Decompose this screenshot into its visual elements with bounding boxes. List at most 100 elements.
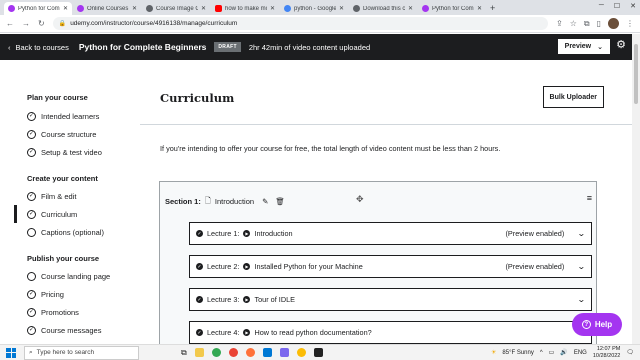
close-tab-icon[interactable]: ✕ (477, 5, 482, 12)
page-scrollbar[interactable] (632, 34, 640, 344)
scrollbar-thumb[interactable] (634, 44, 638, 104)
close-tab-icon[interactable]: ✕ (132, 5, 137, 12)
chevron-down-icon[interactable]: ⌄ (577, 295, 586, 304)
browser-tab[interactable]: python - Google ✕ (280, 2, 348, 15)
share-icon[interactable]: ⇪ (556, 19, 563, 28)
close-window-icon[interactable]: ✕ (630, 2, 636, 10)
firefox-icon[interactable] (245, 348, 255, 357)
back-to-courses-link[interactable]: ‹ Back to courses (8, 43, 69, 52)
weather-text[interactable]: 85°F Sunny (502, 350, 533, 356)
preview-button[interactable]: Preview ⌄ (557, 39, 610, 54)
sidebar-section-title: Create your content (27, 174, 98, 183)
sidebar-item-pricing[interactable]: ✓ Pricing (0, 285, 140, 303)
lecture-title: Tour of IDLE (254, 295, 296, 304)
lecture-label: Lecture 4: (207, 328, 240, 337)
close-tab-icon[interactable]: ✕ (339, 5, 344, 12)
lock-icon: 🔒 (58, 21, 67, 27)
sidebar-toggle-icon[interactable]: ▯ (597, 19, 601, 28)
sidebar-item-captions[interactable]: Captions (optional) (0, 223, 140, 241)
check-circle-icon: ✓ (27, 325, 36, 335)
browser-tab[interactable]: Python for Comp ✕ (4, 2, 72, 15)
windows-start-icon[interactable] (6, 347, 16, 358)
curriculum-main: Curriculum Bulk Uploader If you're inten… (140, 60, 632, 344)
profile-avatar[interactable] (608, 18, 619, 29)
chrome-icon[interactable] (296, 348, 306, 357)
maximize-icon[interactable]: ☐ (614, 2, 620, 10)
sidebar-item-course-structure[interactable]: ✓ Course structure (0, 125, 140, 143)
chevron-down-icon[interactable]: ⌄ (577, 262, 586, 271)
clock[interactable]: 12:07 PM 10/28/2022 (593, 346, 621, 360)
chrome-icon[interactable] (211, 348, 221, 357)
close-tab-icon[interactable]: ✕ (408, 5, 413, 12)
taskbar-search-input[interactable]: ⌕ Type here to search (24, 345, 139, 360)
free-course-notice: If you're intending to offer your course… (160, 144, 501, 153)
browser-tab[interactable]: Course Image Gu✕ (142, 2, 210, 15)
chevron-down-icon[interactable]: ⌄ (577, 229, 586, 238)
browser-tab[interactable]: how to make mo ✕ (211, 2, 279, 15)
sidebar-item-curriculum[interactable]: ✓ Curriculum (0, 205, 140, 223)
task-view-icon[interactable]: ⧉ (181, 348, 187, 358)
language-indicator[interactable]: ENG (574, 350, 587, 356)
sidebar-item-film-edit[interactable]: ✓ Film & edit (0, 187, 140, 205)
udemy-favicon-icon (422, 5, 429, 12)
drag-menu-icon[interactable]: ≡ (587, 193, 592, 203)
browser-menu-icon[interactable]: ⋮ (626, 19, 634, 28)
sidebar-item-setup-test-video[interactable]: ✓ Setup & test video (0, 143, 140, 161)
edit-pencil-icon[interactable]: ✎ (262, 197, 268, 206)
lecture-item[interactable]: ✓ Lecture 3: ▶ Tour of IDLE ⌄ (189, 288, 592, 311)
course-sidebar: Plan your course ✓ Intended learners ✓ Cou… (0, 60, 140, 344)
page-favicon-icon (146, 5, 153, 12)
check-circle-icon: ✓ (27, 209, 36, 219)
store-icon[interactable] (262, 348, 272, 357)
forward-arrow-icon[interactable]: → (22, 19, 30, 28)
search-icon: ⌕ (29, 348, 33, 356)
close-tab-icon[interactable]: ✕ (270, 5, 275, 12)
url-field[interactable]: 🔒 udemy.com/instructor/course/4916138/ma… (52, 17, 548, 30)
lecture-item[interactable]: ✓ Lecture 4: ▶ How to read python docume… (189, 321, 592, 344)
bulk-uploader-button[interactable]: Bulk Uploader (542, 86, 604, 108)
tray-chevron-icon[interactable]: ^ (540, 350, 543, 356)
back-arrow-icon[interactable]: ← (6, 19, 14, 28)
app-icon[interactable] (279, 348, 289, 357)
page-title: Curriculum (160, 91, 235, 105)
sidebar-section-title: Publish your course (27, 254, 100, 263)
check-circle-icon: ✓ (27, 307, 36, 317)
play-circle-icon: ▶ (243, 296, 251, 303)
close-tab-icon[interactable]: ✕ (201, 5, 206, 12)
browser-tab[interactable]: Online Courses - ✕ (73, 2, 141, 15)
url-text: udemy.com/instructor/course/4916138/mana… (70, 20, 238, 27)
curriculum-section: Section 1: 🗋 Introduction ✎ 🗑 ✥ ≡ ✓ Lect… (159, 181, 597, 344)
bookmark-star-icon[interactable]: ☆ (570, 19, 577, 28)
gear-icon[interactable]: ⚙ (616, 40, 626, 51)
extensions-icon[interactable]: ⧉ (584, 19, 590, 29)
close-tab-icon[interactable]: ✕ (63, 5, 68, 12)
weather-icon: ☀ (491, 350, 497, 356)
sidebar-item-intended-learners[interactable]: ✓ Intended learners (0, 107, 140, 125)
help-button[interactable]: ? Help (572, 313, 622, 336)
browser-tab[interactable]: Python for Comp ✕ (418, 2, 486, 15)
volume-icon[interactable]: 🔊 (560, 349, 567, 356)
move-handle-icon[interactable]: ✥ (356, 194, 364, 205)
terminal-icon[interactable] (313, 348, 323, 357)
sidebar-item-course-landing-page[interactable]: Course landing page (0, 267, 140, 285)
check-circle-icon: ✓ (196, 329, 203, 336)
new-tab-button[interactable]: + (490, 2, 495, 15)
browser-tab[interactable]: Download this c ✕ (349, 2, 417, 15)
preview-status: (Preview enabled) (505, 229, 565, 238)
lecture-item[interactable]: ✓ Lecture 2: ▶ Installed Python for your… (189, 255, 592, 278)
chrome-icon[interactable] (228, 348, 238, 357)
sidebar-item-promotions[interactable]: ✓ Promotions (0, 303, 140, 321)
network-icon[interactable]: ▭ (549, 349, 555, 356)
notification-icon[interactable]: 🗨 (626, 349, 634, 356)
page-favicon-icon (353, 5, 360, 12)
sidebar-item-course-messages[interactable]: ✓ Course messages (0, 321, 140, 339)
reload-icon[interactable]: ↻ (38, 19, 45, 28)
play-circle-icon: ▶ (243, 329, 251, 336)
lecture-label: Lecture 1: (207, 229, 240, 238)
empty-circle-icon (27, 227, 36, 237)
minimize-icon[interactable]: ─ (599, 2, 604, 10)
lecture-title: Installed Python for your Machine (254, 262, 363, 271)
lecture-item[interactable]: ✓ Lecture 1: ▶ Introduction (Preview ena… (189, 222, 592, 245)
trash-icon[interactable]: 🗑 (275, 197, 285, 206)
file-explorer-icon[interactable] (194, 348, 204, 357)
